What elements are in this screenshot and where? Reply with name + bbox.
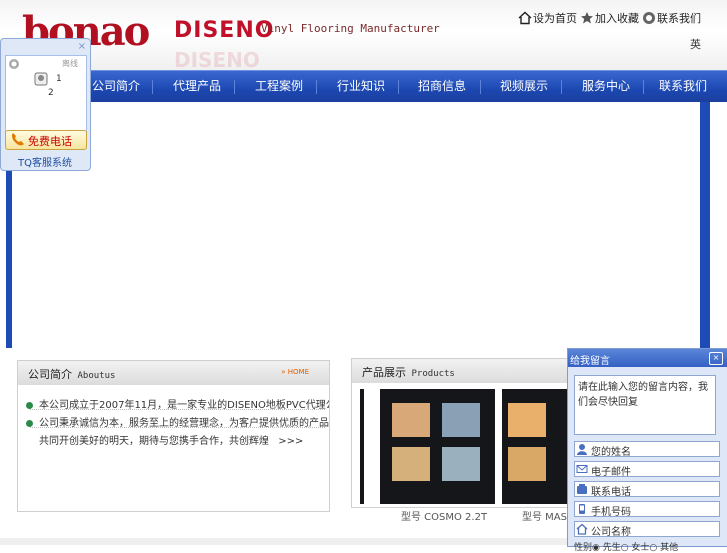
banner-area [6,102,710,348]
nav-divider [398,80,399,94]
about-text-3: 共同开创美好的明天，期待与您携手合作，共创辉煌 [39,436,269,447]
free-call-button[interactable]: 免费电话 [5,130,87,150]
nav-divider [561,80,562,94]
tq-system-label[interactable]: TQ客服系统 [18,154,72,169]
floor-tile [392,447,430,481]
message-widget-title: 给我留言 [570,356,610,367]
about-more-link[interactable]: » HOME [281,368,309,376]
agent-icon[interactable] [34,72,48,86]
email-label: 电子邮件 [591,467,631,478]
floor-tile [508,447,546,481]
product-image-edge [360,389,364,504]
message-widget-header: 给我留言 × [568,349,727,367]
company-field[interactable]: 公司名称 [574,521,720,538]
add-favorite-label: 加入收藏 [595,12,639,25]
main-nav: 公司简介 代理产品 工程案例 行业知识 招商信息 视频展示 服务中心 联系我们 [0,70,727,102]
products-title: 产品展示 Products [362,364,455,380]
agent-2[interactable]: 2 [48,88,54,98]
floor-tile [442,403,480,437]
about-title-en: Aboutus [77,371,116,381]
products-panel: 产品展示 Products [351,358,569,508]
company-label: 公司名称 [591,527,631,538]
product-image-cosmo[interactable] [380,389,495,504]
phone-icon [12,133,24,146]
support-icon [9,59,19,69]
agent-1[interactable]: 1 [56,74,62,84]
mobile-icon [579,504,585,514]
add-favorite-link[interactable]: 加入收藏 [580,10,639,26]
products-title-en: Products [411,369,455,379]
nav-divider [234,80,235,94]
telephone-icon [577,484,587,494]
about-title: 公司简介 Aboutus [28,366,115,382]
name-field[interactable]: 您的姓名 [574,441,720,458]
top-links: 设为首页 加入收藏 联系我们 [518,10,701,26]
tq-service-widget: × 离线 1 2 免费电话 TQ客服系统 [0,38,91,171]
nav-item-video[interactable]: 视频展示 [500,77,548,94]
products-panel-header: 产品展示 Products [352,359,568,383]
language-link[interactable]: 英 [690,36,701,52]
contact-link[interactable]: 联系我们 [642,10,701,26]
nav-divider [316,80,317,94]
offline-status: 离线 [62,59,78,68]
set-homepage-link[interactable]: 设为首页 [518,10,577,26]
nav-item-service[interactable]: 服务中心 [582,77,630,94]
floor-tile [392,403,430,437]
about-line-3: 共同开创美好的明天，期待与您携手合作，共创辉煌 >>> [39,432,329,447]
product-image-master[interactable] [502,389,568,504]
close-icon[interactable]: × [709,352,723,365]
floor-tile [442,447,480,481]
diseno-logo: DISENO [174,18,275,43]
nav-divider [152,80,153,94]
home-icon [518,11,532,25]
set-homepage-label: 设为首页 [533,12,577,25]
widget-close-button[interactable]: × [78,41,86,52]
contact-label: 联系我们 [657,12,701,25]
nav-item-about[interactable]: 公司简介 [92,77,140,94]
email-field[interactable]: 电子邮件 [574,461,720,478]
mobile-label: 手机号码 [591,507,631,518]
nav-divider [643,80,644,94]
bullet-icon [26,401,33,409]
floor-tile [508,403,546,437]
about-panel: 公司简介 Aboutus » HOME 本公司成立于2007年11月，是一家专业… [17,360,330,512]
contact-icon [643,12,655,24]
diseno-logo-reflection: DISENO [174,48,260,72]
footer-strip [0,538,567,545]
company-icon [576,523,588,535]
gender-options[interactable]: 性别◉ 先生○ 女士○ 其他 [574,540,678,553]
tagline: Vinyl Flooring Manufacturer [261,22,440,35]
about-title-cn: 公司简介 [28,368,72,381]
products-title-cn: 产品展示 [362,366,406,379]
nav-item-cases[interactable]: 工程案例 [255,77,303,94]
divider [30,427,325,428]
site-header: bonao DISENO DISENO Vinyl Flooring Manuf… [0,0,727,72]
star-icon [581,12,593,24]
message-textarea[interactable]: 请在此输入您的留言内容，我们会尽快回复 [574,375,716,435]
about-more-arrow[interactable]: >>> [278,436,303,447]
phone-field[interactable]: 联系电话(如:01088888888) [574,481,720,513]
nav-item-recruit[interactable]: 招商信息 [418,77,466,94]
product-caption-cosmo[interactable]: 型号 COSMO 2.2T [401,508,487,523]
nav-item-contact[interactable]: 联系我们 [659,77,707,94]
name-label: 您的姓名 [591,447,631,458]
about-panel-header: 公司简介 Aboutus » HOME [18,361,329,385]
user-icon [577,444,587,455]
nav-divider [480,80,481,94]
bullet-icon [26,419,33,427]
nav-item-knowledge[interactable]: 行业知识 [337,77,385,94]
mobile-field[interactable]: 手机号码 [574,501,720,518]
nav-item-products[interactable]: 代理产品 [173,77,221,94]
divider [30,409,325,410]
free-call-label: 免费电话 [28,135,72,148]
mail-icon [576,465,588,473]
leave-message-widget: 给我留言 × 请在此输入您的留言内容，我们会尽快回复 您的姓名 电子邮件 联系电… [567,348,727,553]
